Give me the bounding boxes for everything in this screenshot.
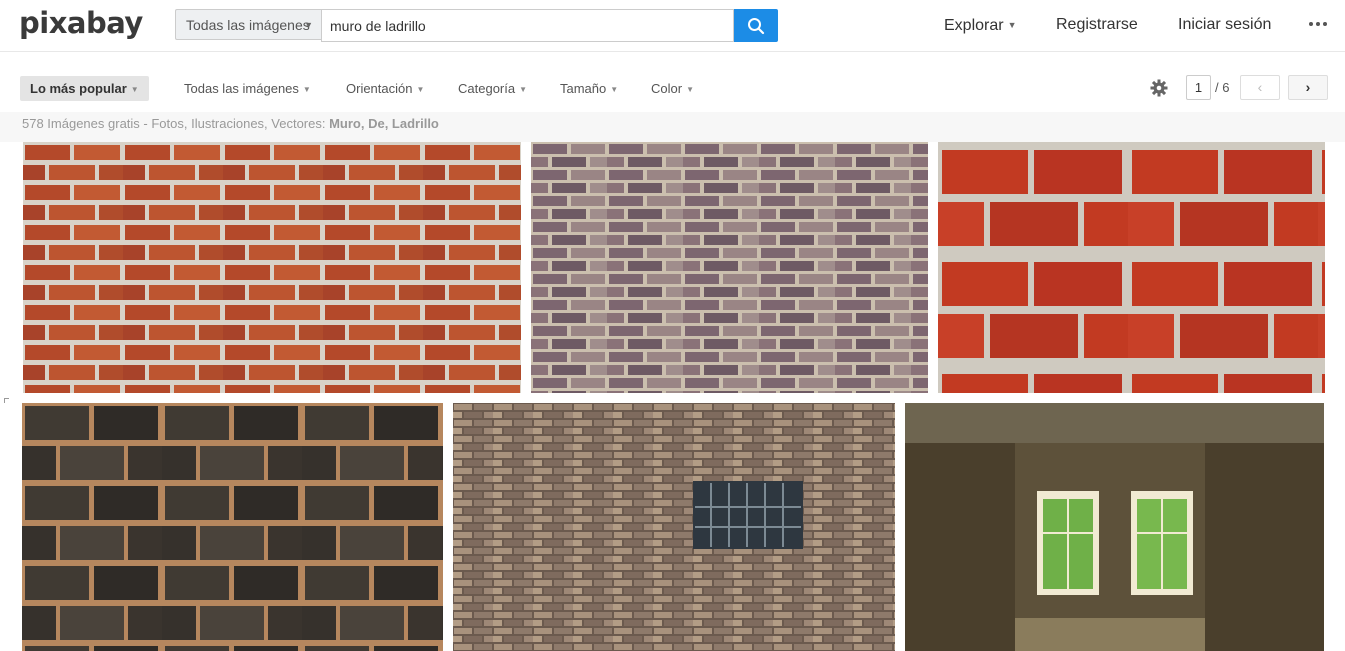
search-input[interactable] xyxy=(321,9,734,42)
type-filter[interactable]: Todas las imágenes ▼ xyxy=(184,76,311,101)
next-page-button[interactable]: › xyxy=(1288,75,1328,100)
category-filter[interactable]: Categoría ▼ xyxy=(458,76,527,101)
orientation-filter[interactable]: Orientación ▼ xyxy=(346,76,424,101)
color-filter-label: Color xyxy=(651,81,683,96)
explore-menu[interactable]: Explorar ▼ xyxy=(944,0,1017,51)
search-button[interactable] xyxy=(734,9,778,42)
sort-label: Lo más popular xyxy=(30,81,127,96)
search-icon xyxy=(748,17,765,34)
stone-pattern xyxy=(22,403,443,651)
type-filter-label: Todas las imágenes xyxy=(184,81,299,96)
sort-dropdown[interactable]: Lo más popular ▼ xyxy=(20,76,149,101)
image-thumbnail[interactable] xyxy=(531,142,928,393)
login-link[interactable]: Iniciar sesión xyxy=(1178,0,1271,51)
chevron-down-icon: ▼ xyxy=(416,85,425,94)
chevron-down-icon: ▼ xyxy=(130,85,139,94)
orientation-filter-label: Orientación xyxy=(346,81,413,96)
page-number-input[interactable]: 1 xyxy=(1186,75,1211,100)
pixabay-logo[interactable]: pixabay xyxy=(19,6,143,40)
chevron-down-icon: ▼ xyxy=(686,85,694,94)
brick-pattern-grey xyxy=(531,142,928,393)
color-filter[interactable]: Color ▼ xyxy=(651,76,694,101)
brick-window-pattern xyxy=(453,403,895,651)
explore-label: Explorar xyxy=(944,17,1004,34)
page-total: / 6 xyxy=(1215,80,1230,95)
more-options-icon[interactable] xyxy=(1309,22,1327,26)
size-filter-label: Tamaño xyxy=(560,81,607,96)
brick-pattern-red xyxy=(23,142,521,393)
chevron-down-icon: ▼ xyxy=(1007,20,1017,30)
size-filter[interactable]: Tamaño ▼ xyxy=(560,76,618,101)
image-thumbnail[interactable] xyxy=(22,403,443,651)
gear-icon[interactable] xyxy=(1150,79,1168,102)
search-type-dropdown[interactable]: Todas las imágenes ▼ xyxy=(175,9,321,40)
chevron-down-icon: ▼ xyxy=(302,85,311,94)
image-thumbnail[interactable] xyxy=(23,142,521,393)
top-header: pixabay Todas las imágenes ▼ Explorar▼ R… xyxy=(0,0,1345,52)
results-count-text: 578 Imágenes gratis - Fotos, Ilustracion… xyxy=(22,116,330,131)
image-thumbnail[interactable] xyxy=(453,403,895,651)
chevron-down-icon: ▼ xyxy=(519,85,528,94)
chevron-down-icon: ▼ xyxy=(610,85,619,94)
prev-page-button[interactable]: ‹ xyxy=(1240,75,1280,100)
image-thumbnail[interactable] xyxy=(938,142,1325,393)
search-type-label: Todas las imágenes xyxy=(186,17,310,33)
register-link[interactable]: Registrarse xyxy=(1056,0,1138,51)
chevron-down-icon: ▼ xyxy=(304,20,313,30)
category-filter-label: Categoría xyxy=(458,81,516,96)
results-summary: 578 Imágenes gratis - Fotos, Ilustracion… xyxy=(22,116,439,131)
interior-scene xyxy=(905,403,1324,651)
image-thumbnail[interactable] xyxy=(905,403,1324,651)
search-terms: Muro, De, Ladrillo xyxy=(329,116,439,131)
filter-bar: Lo más popular ▼ Todas las imágenes ▼ Orie… xyxy=(0,52,1345,112)
search-bar: Todas las imágenes ▼ xyxy=(175,9,778,42)
corner-marker xyxy=(4,398,9,403)
brick-pattern-bright-red xyxy=(938,142,1325,393)
results-bar: 578 Imágenes gratis - Fotos, Ilustracion… xyxy=(0,112,1345,142)
